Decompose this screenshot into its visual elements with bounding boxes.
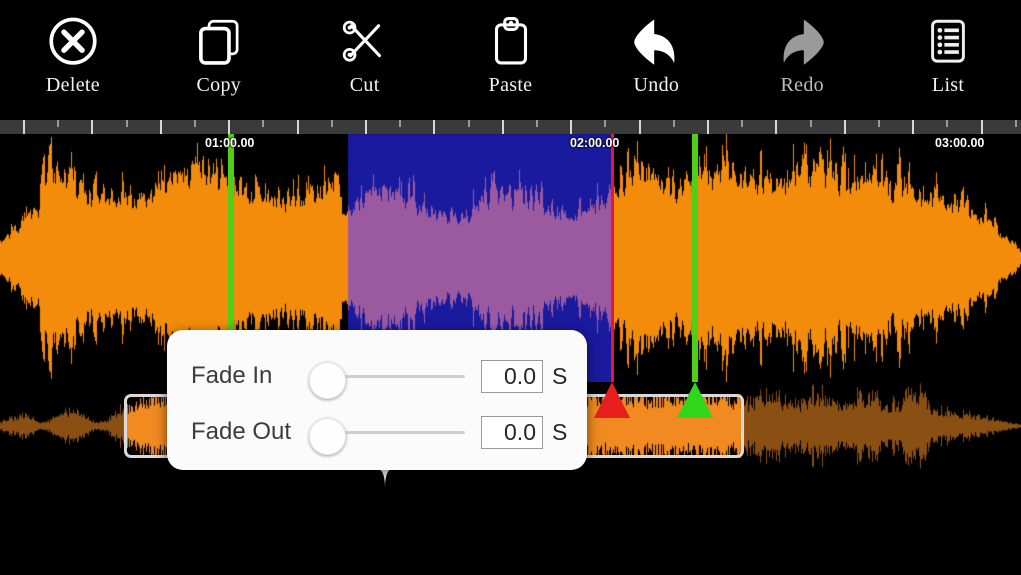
fade-out-label: Fade Out [191,418,292,445]
timeline-ruler[interactable] [0,120,1021,134]
ruler-tick [741,120,743,127]
ruler-tick [810,120,812,127]
undo-arrow-icon [634,19,675,65]
scissors-icon [342,20,381,62]
fade-out-slider-knob[interactable] [309,418,346,455]
timeline-time-label: 03:00.00 [935,136,985,150]
playhead-line[interactable] [692,134,698,382]
ruler-tick [604,120,606,127]
ruler-tick [160,120,162,134]
delete-circle-x-icon [49,17,97,65]
ruler-tick [844,120,846,134]
toolbar-label-undo: Undo [633,74,680,96]
toolbar-button-redo[interactable]: Redo [729,0,875,120]
ruler-tick [878,120,880,127]
ruler-tick [23,120,25,134]
fade-in-slider[interactable] [309,356,469,399]
ruler-tick [433,120,435,134]
fade-in-unit: S [552,362,568,389]
ruler-tick [536,120,538,127]
ruler-tick [673,120,675,127]
selection-end-marker[interactable] [594,382,630,418]
ruler-tick [946,120,948,127]
ruler-tick [365,120,367,134]
toolbar-label-copy: Copy [196,74,242,96]
toolbar-label-list: List [931,74,965,96]
toolbar-label-cut: Cut [349,74,380,96]
ruler-tick [57,120,59,127]
ruler-tick [126,120,128,127]
ruler-tick [912,120,914,134]
audio-editor-app: Delete Copy Cut Paste Undo Redo List 01:… [0,0,1021,575]
fade-in-row: Fade In 0.0 S [167,348,587,404]
playhead-marker[interactable] [677,382,713,418]
timeline-time-label: 02:00.00 [570,136,620,150]
copy-icon [198,19,239,65]
ruler-tick [228,120,230,134]
clipboard-icon [494,16,527,65]
list-icon [931,19,965,63]
selection-end-line[interactable] [611,134,614,382]
toolbar-label-redo: Redo [780,74,824,96]
top-toolbar: Delete Copy Cut Paste Undo Redo List [0,0,1021,120]
fade-in-label: Fade In [191,362,273,389]
ruler-tick [775,120,777,134]
toolbar-button-cut[interactable]: Cut [292,0,438,120]
fade-in-value[interactable]: 0.0 [481,359,543,393]
ruler-tick [91,120,93,134]
fade-out-value[interactable]: 0.0 [481,415,543,449]
toolbar-button-paste[interactable]: Paste [438,0,584,120]
ruler-tick [707,120,709,134]
fade-in-slider-track [327,375,465,378]
fade-out-slider-track [327,431,465,434]
toolbar-button-delete[interactable]: Delete [0,0,146,120]
bottom-toolbar: 02:07 [0,470,1021,575]
toolbar-label-paste: Paste [488,74,533,96]
ruler-tick [194,120,196,127]
toolbar-button-undo[interactable]: Undo [583,0,729,120]
fade-out-slider[interactable] [309,412,469,455]
fade-in-slider-knob[interactable] [309,362,346,399]
ruler-tick [639,120,641,134]
fade-out-unit: S [552,418,568,445]
ruler-tick [297,120,299,134]
ruler-tick [502,120,504,134]
ruler-tick [399,120,401,127]
ruler-tick [262,120,264,127]
toolbar-label-delete: Delete [45,74,100,96]
ruler-tick [570,120,572,134]
fade-popover[interactable]: Fade In 0.0 S Fade Out 0.0 S [167,330,587,470]
fade-out-row: Fade Out 0.0 S [167,404,587,460]
ruler-tick [468,120,470,127]
ruler-tick [1015,120,1017,127]
redo-arrow-icon [783,19,824,65]
timeline-time-label: 01:00.00 [205,136,255,150]
toolbar-button-copy[interactable]: Copy [146,0,292,120]
toolbar-button-list[interactable]: List [875,0,1021,120]
ruler-tick [981,120,983,134]
ruler-tick [331,120,333,127]
